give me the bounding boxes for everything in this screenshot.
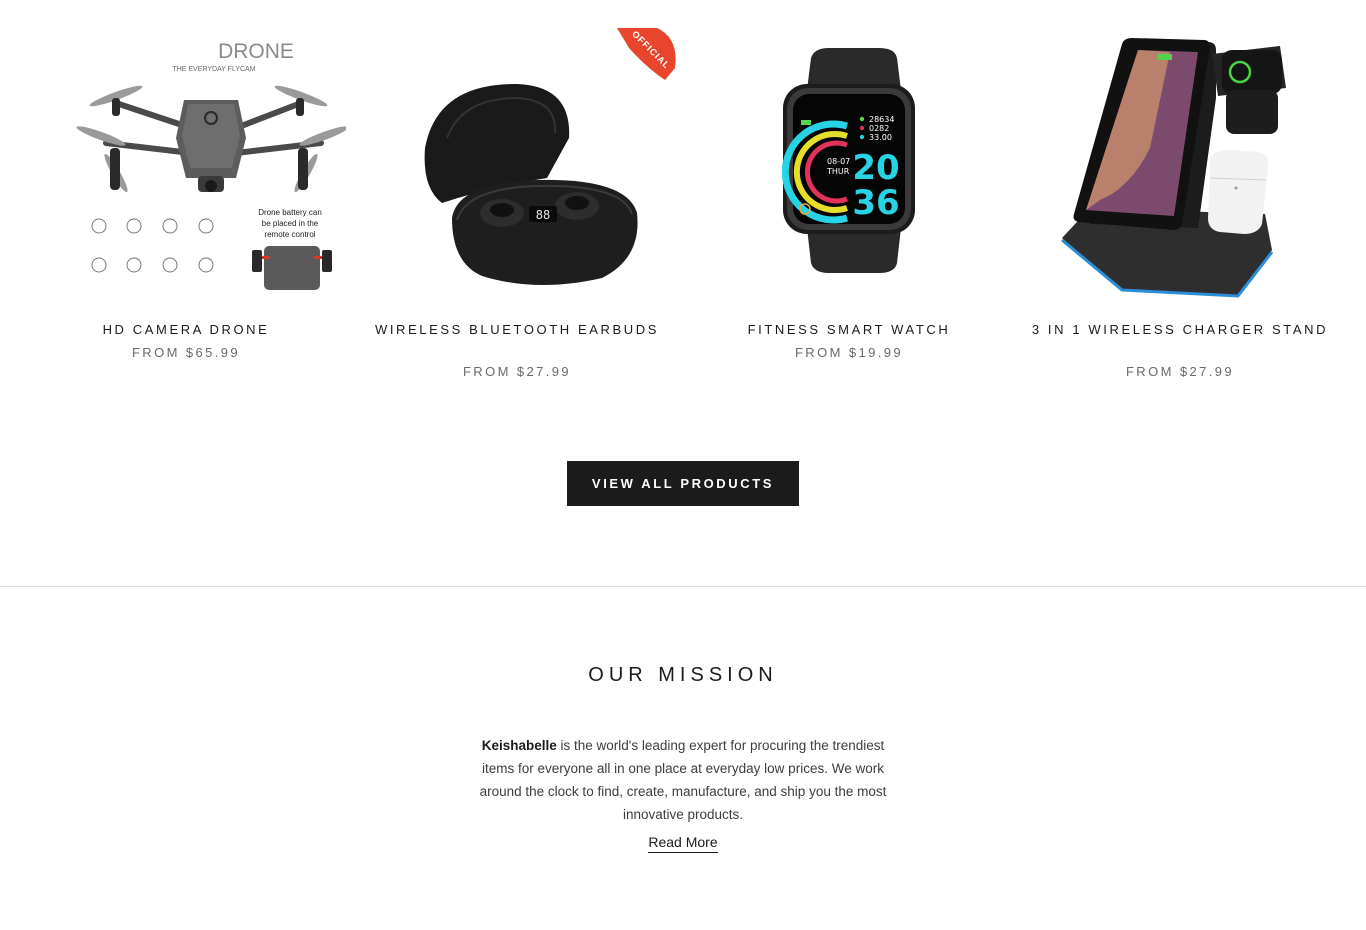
drone-tagline-text: THE EVERYDAY FLYCAM: [172, 66, 255, 73]
featured-products-grid: DRONE THE EVERYDAY FLYCAM Drone battery …: [0, 0, 1366, 400]
product-card-drone[interactable]: DRONE THE EVERYDAY FLYCAM Drone battery …: [20, 0, 352, 400]
drone-battery-note-line3: remote control: [264, 230, 315, 239]
product-card-charger-stand[interactable]: 3 IN 1 WIRELESS CHARGER STAND FROM $27.9…: [1014, 0, 1346, 400]
read-more-container: Read More: [0, 832, 1366, 853]
watch-date-text: 08-07: [827, 157, 850, 166]
product-title[interactable]: 3 IN 1 WIRELESS CHARGER STAND: [1030, 320, 1330, 339]
drone-battery-note-line2: be placed in the: [262, 219, 319, 228]
product-card-smartwatch[interactable]: 28634 0282 33.00 08-07 THUR 20 36 FITNES…: [683, 0, 1015, 400]
case-display-text: 88: [536, 208, 550, 222]
view-all-products-button[interactable]: VIEW ALL PRODUCTS: [567, 461, 799, 506]
product-title[interactable]: HD CAMERA DRONE: [36, 320, 336, 339]
product-price: FROM $65.99: [131, 345, 241, 360]
mission-text: Keishabelle is the world's leading exper…: [466, 734, 900, 826]
read-more-link[interactable]: Read More: [648, 834, 718, 853]
drone-battery-note-line1: Drone battery can: [258, 208, 322, 217]
mission-heading: OUR MISSION: [588, 664, 778, 686]
product-title[interactable]: WIRELESS BLUETOOTH EARBUDS: [367, 320, 667, 339]
watch-minute-text: 36: [852, 183, 899, 223]
section-divider: [0, 586, 1366, 587]
product-price: FROM $27.99: [462, 364, 572, 379]
watch-calories-text: 0282: [869, 124, 889, 133]
watch-distance-text: 33.00: [869, 133, 892, 142]
drone-brand-text: DRONE: [218, 40, 294, 63]
product-price: FROM $27.99: [1125, 364, 1235, 379]
watch-day-text: THUR: [826, 167, 850, 176]
charger-stand-product-image[interactable]: [1060, 28, 1340, 298]
product-card-earbuds[interactable]: OFFICIAL 88 WIRELESS BLUETOOTH EARBUDS F…: [351, 0, 683, 400]
product-price: FROM $19.99: [794, 345, 904, 360]
earbuds-product-image[interactable]: OFFICIAL 88: [397, 28, 677, 298]
mission-brand-name: Keishabelle: [481, 737, 557, 753]
watch-steps-text: 28634: [869, 115, 894, 124]
smartwatch-product-image[interactable]: 28634 0282 33.00 08-07 THUR 20 36: [729, 28, 1009, 298]
official-ribbon: [617, 28, 676, 80]
product-title[interactable]: FITNESS SMART WATCH: [699, 320, 999, 339]
watch-hour-text: 20: [852, 148, 899, 188]
drone-product-image[interactable]: DRONE THE EVERYDAY FLYCAM Drone battery …: [66, 28, 346, 298]
